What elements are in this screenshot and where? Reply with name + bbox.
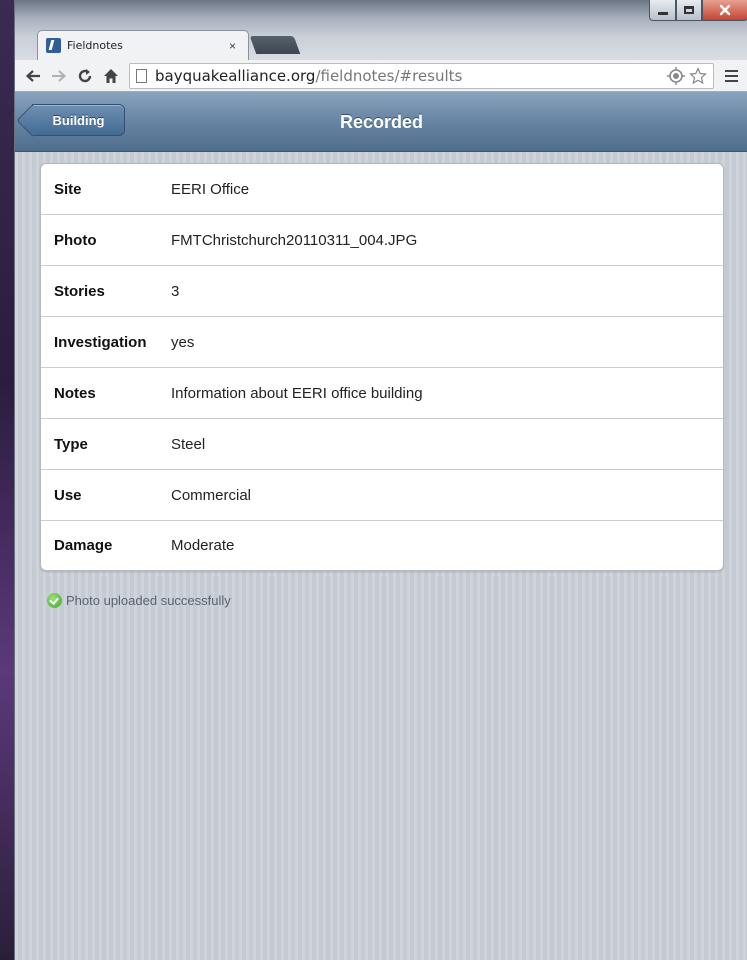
record-label: Stories (54, 282, 105, 300)
star-icon[interactable] (689, 66, 707, 85)
favicon-icon (46, 38, 61, 53)
browser-tab[interactable]: Fieldnotes × (37, 30, 249, 60)
record-label: Notes (54, 384, 96, 402)
forward-arrow-icon[interactable] (47, 64, 71, 88)
window-frame: Fieldnotes × (15, 0, 747, 60)
record-row: Type Steel (41, 419, 723, 470)
record-label: Damage (54, 537, 113, 554)
minimize-button[interactable] (649, 0, 676, 21)
menu-icon[interactable] (720, 66, 742, 86)
record-label: Type (54, 435, 88, 453)
record-label: Photo (54, 231, 97, 249)
browser-toolbar: bayquakealliance.org /fieldnotes/#result… (15, 60, 747, 92)
page-header: Building Recorded (15, 92, 747, 152)
window-controls (649, 0, 747, 22)
record-row: Notes Information about EERI office build… (41, 368, 723, 419)
record-row: Use Commercial (41, 470, 723, 521)
status-text: Photo uploaded successfully (66, 593, 231, 608)
content-area: Site EERI Office Photo FMTChristchurch20110… (15, 152, 747, 960)
record-row: Photo FMTChristchurch20110311_004.JPG (41, 215, 723, 266)
tab-close-icon[interactable]: × (229, 39, 240, 53)
record-label: Use (54, 486, 82, 504)
record-row: Site EERI Office (41, 164, 723, 215)
check-circle-icon (47, 593, 62, 608)
close-icon (719, 4, 731, 16)
url-host: bayquakealliance.org (155, 66, 316, 85)
maximize-button[interactable] (676, 0, 702, 21)
record-value: Moderate (171, 537, 235, 554)
record-value: yes (171, 333, 195, 351)
page-title: Recorded (339, 112, 424, 132)
status-message: Photo uploaded successfully (47, 593, 231, 608)
back-arrow-icon[interactable] (21, 64, 45, 88)
location-icon[interactable] (667, 66, 685, 85)
new-tab-button[interactable] (249, 36, 301, 54)
record-row: Investigation yes (41, 317, 723, 368)
reload-icon[interactable] (73, 64, 97, 88)
close-window-button[interactable] (702, 0, 747, 21)
record-value: 3 (171, 282, 180, 300)
record-value: Information about EERI office building (171, 384, 423, 402)
minimize-icon (657, 11, 668, 15)
page-icon (136, 68, 147, 83)
record-value: EERI Office (171, 180, 250, 198)
record-value: FMTChristchurch20110311_004.JPG (171, 231, 418, 249)
browser-window: Fieldnotes × bayquakealliance.org /field… (14, 0, 747, 960)
record-value: Steel (171, 435, 206, 453)
home-icon[interactable] (99, 64, 123, 88)
record-row: Damage Moderate (41, 521, 723, 570)
url-path: /fieldnotes/#results (315, 66, 463, 85)
maximize-icon (684, 6, 694, 14)
address-bar[interactable]: bayquakealliance.org /fieldnotes/#result… (129, 62, 714, 89)
tab-title: Fieldnotes (67, 39, 123, 52)
record-label: Investigation (54, 333, 147, 351)
record-list: Site EERI Office Photo FMTChristchurch20110… (40, 163, 724, 571)
record-value: Commercial (171, 486, 252, 504)
record-row: Stories 3 (41, 266, 723, 317)
record-label: Site (54, 180, 82, 198)
